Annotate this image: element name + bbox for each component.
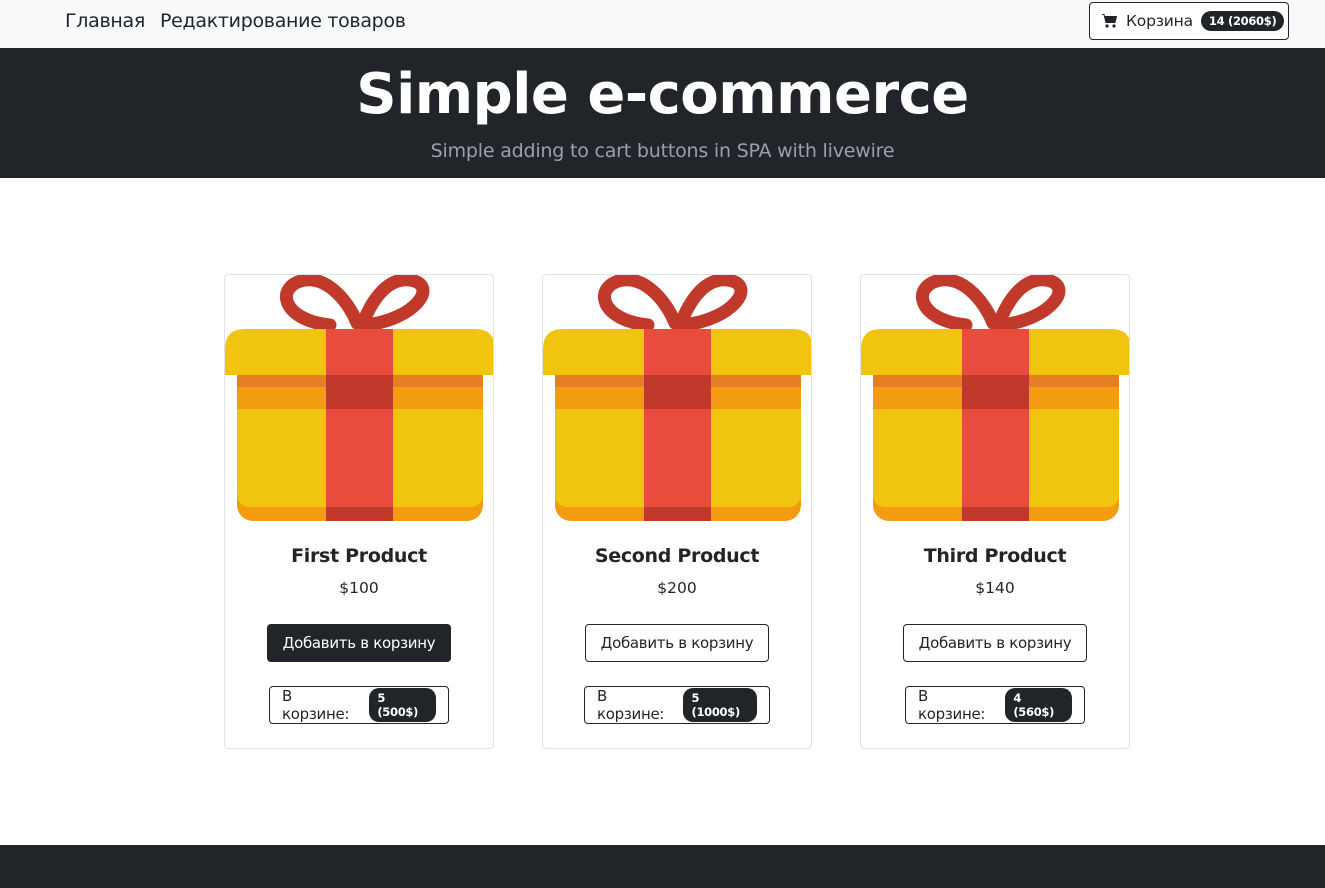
add-to-cart-button[interactable]: Добавить в корзину <box>267 624 451 662</box>
page-footer <box>0 845 1325 888</box>
nav-link-edit-products[interactable]: Редактирование товаров <box>160 10 406 32</box>
in-cart-button[interactable]: В корзине: 5 (500$) <box>269 686 449 724</box>
product-card-second: Second Product $200 Добавить в корзину В… <box>542 274 812 749</box>
in-cart-badge: 5 (500$) <box>369 688 436 722</box>
add-to-cart-button[interactable]: Добавить в корзину <box>585 624 769 662</box>
hero-banner: Simple e-commerce Simple adding to cart … <box>0 48 1325 178</box>
in-cart-button[interactable]: В корзине: 5 (1000$) <box>584 686 770 724</box>
add-to-cart-button[interactable]: Добавить в корзину <box>903 624 1087 662</box>
cart-label: Корзина <box>1126 12 1193 30</box>
gift-box-image <box>543 275 812 523</box>
cart-button[interactable]: Корзина 14 (2060$) <box>1089 2 1289 40</box>
product-price: $200 <box>657 579 697 597</box>
in-cart-label: В корзине: <box>282 687 350 723</box>
nav-link-home[interactable]: Главная <box>65 10 145 32</box>
in-cart-label: В корзине: <box>597 687 665 723</box>
product-card-third: Third Product $140 Добавить в корзину В … <box>860 274 1130 749</box>
cart-count-badge: 14 (2060$) <box>1200 11 1285 31</box>
product-price: $100 <box>339 579 379 597</box>
gift-box-image <box>861 275 1130 523</box>
page-subtitle: Simple adding to cart buttons in SPA wit… <box>430 140 895 162</box>
product-price: $140 <box>975 579 1015 597</box>
in-cart-label: В корзине: <box>918 687 986 723</box>
page-title: Simple e-commerce <box>356 62 969 127</box>
product-name: Third Product <box>923 545 1067 567</box>
product-name: First Product <box>291 545 427 567</box>
gift-box-image <box>225 275 494 523</box>
product-name: Second Product <box>594 545 760 567</box>
in-cart-button[interactable]: В корзине: 4 (560$) <box>905 686 1085 724</box>
product-card-first: First Product $100 Добавить в корзину В … <box>224 274 494 749</box>
shopping-cart-icon <box>1102 14 1118 28</box>
in-cart-badge: 4 (560$) <box>1005 688 1072 722</box>
top-navbar: Главная Редактирование товаров Корзина 1… <box>0 0 1325 48</box>
in-cart-badge: 5 (1000$) <box>683 688 757 722</box>
